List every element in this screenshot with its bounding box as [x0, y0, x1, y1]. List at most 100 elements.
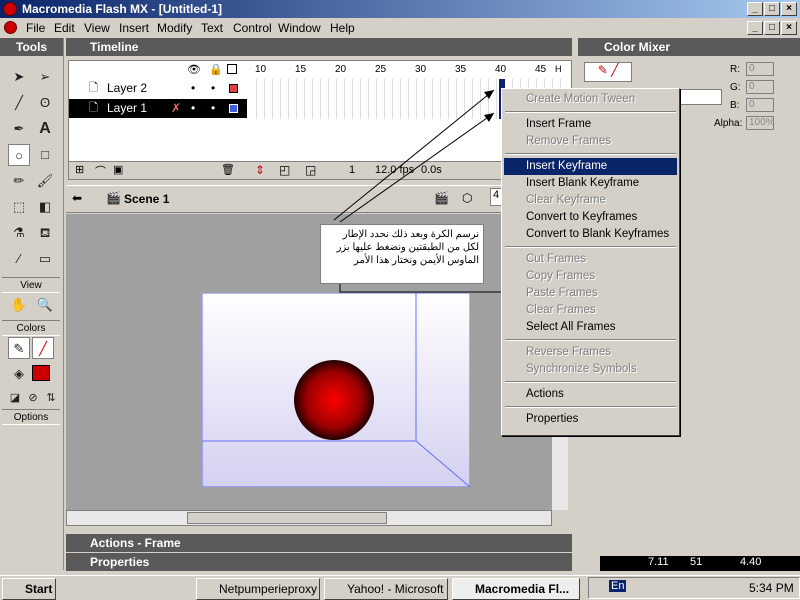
canvas[interactable] — [202, 293, 470, 487]
start-button[interactable]: Start — [2, 578, 56, 600]
lock-dot[interactable]: • — [211, 99, 215, 118]
timeline-header[interactable]: Timeline — [66, 38, 572, 56]
menu-control[interactable]: Control — [233, 21, 272, 35]
zoom-tool-icon[interactable]: 🔍 — [34, 294, 56, 316]
minimize-button[interactable]: _ — [747, 2, 763, 16]
add-guide-icon[interactable]: ⌒ — [95, 163, 106, 179]
menu-item-select-all-frames[interactable]: Select All Frames — [504, 319, 677, 336]
stroke-fill-swatch[interactable]: ✎ ╱ — [584, 62, 632, 82]
title-bar: Macromedia Flash MX - [Untitled-1] — [0, 0, 800, 18]
outline-icon[interactable] — [227, 64, 237, 74]
g-field[interactable]: 0 — [746, 80, 774, 94]
layer-color-swatch[interactable] — [229, 104, 238, 113]
alpha-field[interactable]: 100% — [746, 116, 775, 130]
taskbar-item-yahoo[interactable]: Yahoo! - Microsoft ... — [324, 578, 448, 600]
fill-bucket-icon[interactable]: ◈ — [8, 363, 30, 385]
layer-row-1[interactable]: 🗋 Layer 1 ✗ • • — [69, 99, 247, 118]
edit-symbols-icon[interactable]: ⬡ — [462, 191, 472, 205]
swap-colors-icon[interactable]: ⇅ — [40, 387, 62, 409]
eye-icon[interactable]: 👁 — [187, 63, 201, 76]
clock[interactable]: 5:34 PM — [749, 581, 794, 595]
layer-name[interactable]: Layer 1 — [107, 101, 147, 115]
pen-tool-icon[interactable]: ✒ — [8, 118, 30, 140]
frame-rate[interactable]: 12.0 fps — [375, 164, 414, 176]
stroke-color-icon[interactable]: ✎ — [8, 337, 30, 359]
taskbar-item-flash[interactable]: Macromedia Fl... — [452, 578, 580, 600]
flash-app-icon[interactable] — [3, 2, 17, 16]
subselect-tool-icon[interactable]: ➢ — [34, 66, 56, 88]
horizontal-scrollbar[interactable] — [66, 510, 552, 526]
oval-tool-icon[interactable]: ○ — [8, 144, 30, 166]
properties-panel-header[interactable]: Properties — [66, 553, 572, 571]
tools-header[interactable]: Tools — [0, 38, 63, 56]
eraser-tool-icon[interactable]: ▭ — [34, 248, 56, 270]
lock-dot[interactable]: • — [211, 79, 215, 98]
menu-item-insert-keyframe[interactable]: Insert Keyframe — [504, 158, 677, 175]
text-tool-icon[interactable]: A — [34, 118, 56, 140]
hand-tool-icon[interactable]: ✋ — [8, 294, 30, 316]
menu-window[interactable]: Window — [278, 21, 321, 35]
menu-modify[interactable]: Modify — [157, 21, 192, 35]
free-transform-tool-icon[interactable]: ⬚ — [8, 196, 30, 218]
ruler-tick: 40 — [495, 64, 507, 75]
scroll-thumb[interactable] — [187, 512, 387, 524]
pencil-tool-icon[interactable]: ✏ — [8, 170, 30, 192]
layer-color-swatch[interactable] — [229, 84, 238, 93]
red-ball[interactable] — [293, 359, 377, 443]
g-label: G: — [730, 82, 741, 93]
window-title: Macromedia Flash MX - [Untitled-1] — [22, 2, 223, 16]
document-icon[interactable] — [4, 21, 17, 34]
doc-close-button[interactable]: × — [781, 21, 797, 35]
center-frame-icon[interactable]: ⇕ — [255, 163, 265, 177]
line-tool-icon[interactable]: ╱ — [8, 92, 30, 114]
maximize-button[interactable]: □ — [764, 2, 780, 16]
eyedropper-tool-icon[interactable]: ⁄ — [8, 248, 30, 270]
back-arrow-icon[interactable]: ⬅ — [72, 191, 82, 205]
menu-text[interactable]: Text — [201, 21, 223, 35]
fill-transform-tool-icon[interactable]: ◧ — [34, 196, 56, 218]
ink-bottle-tool-icon[interactable]: ⚗ — [8, 222, 30, 244]
menu-help[interactable]: Help — [330, 21, 355, 35]
menu-edit[interactable]: Edit — [54, 21, 75, 35]
menu-item-convert-to-blank-keyframes[interactable]: Convert to Blank Keyframes — [504, 226, 677, 243]
menu-view[interactable]: View — [84, 21, 110, 35]
b-label: B: — [730, 100, 740, 111]
visibility-dot[interactable]: • — [191, 79, 195, 98]
edit-scene-icon[interactable]: 🎬 — [434, 191, 449, 205]
paint-bucket-tool-icon[interactable]: ⛾ — [34, 222, 56, 244]
b-field[interactable]: 0 — [746, 98, 774, 112]
layer-name[interactable]: Layer 2 — [107, 81, 147, 95]
stroke-swatch[interactable]: ╱ — [32, 337, 54, 359]
layer-row-2[interactable]: 🗋 Layer 2 • • — [69, 79, 247, 98]
onion-outline-icon[interactable]: ◲ — [305, 163, 316, 177]
delete-layer-icon[interactable]: 🗑 — [221, 163, 235, 176]
current-frame: 1 — [349, 164, 356, 176]
fill-type-dropdown[interactable] — [676, 89, 722, 105]
menu-item-insert-blank-keyframe[interactable]: Insert Blank Keyframe — [504, 175, 677, 192]
visibility-dot[interactable]: • — [191, 99, 195, 118]
context-menu: Create Motion Tween Insert Frame Remove Fr… — [501, 88, 680, 436]
lock-icon[interactable]: 🔒 — [209, 63, 223, 76]
rectangle-tool-icon[interactable]: □ — [34, 144, 56, 166]
actions-panel-header[interactable]: Actions - Frame — [66, 534, 572, 552]
add-layer-icon[interactable]: ⊞ — [75, 163, 84, 176]
menu-item-insert-frame[interactable]: Insert Frame — [504, 116, 677, 133]
r-field[interactable]: 0 — [746, 62, 774, 76]
menu-file[interactable]: File — [26, 21, 45, 35]
language-indicator[interactable]: En — [609, 580, 627, 592]
brush-tool-icon[interactable]: 🖌 — [34, 170, 56, 192]
menu-item-properties[interactable]: Properties — [504, 411, 677, 428]
menu-insert[interactable]: Insert — [119, 21, 149, 35]
taskbar-item-netpump[interactable]: Netpumperieproxy — [196, 578, 320, 600]
arrow-tool-icon[interactable]: ➤ — [8, 66, 30, 88]
close-button[interactable]: × — [781, 2, 797, 16]
menu-item-convert-to-keyframes[interactable]: Convert to Keyframes — [504, 209, 677, 226]
fill-swatch[interactable] — [32, 365, 50, 381]
doc-restore-button[interactable]: □ — [764, 21, 780, 35]
add-folder-icon[interactable]: ▣ — [113, 163, 123, 176]
doc-minimize-button[interactable]: _ — [747, 21, 763, 35]
menu-item-actions[interactable]: Actions — [504, 386, 677, 403]
onion-skin-icon[interactable]: ◰ — [279, 163, 290, 177]
lasso-tool-icon[interactable]: ʘ — [34, 92, 56, 114]
color-mixer-header[interactable]: Color Mixer — [578, 38, 800, 56]
